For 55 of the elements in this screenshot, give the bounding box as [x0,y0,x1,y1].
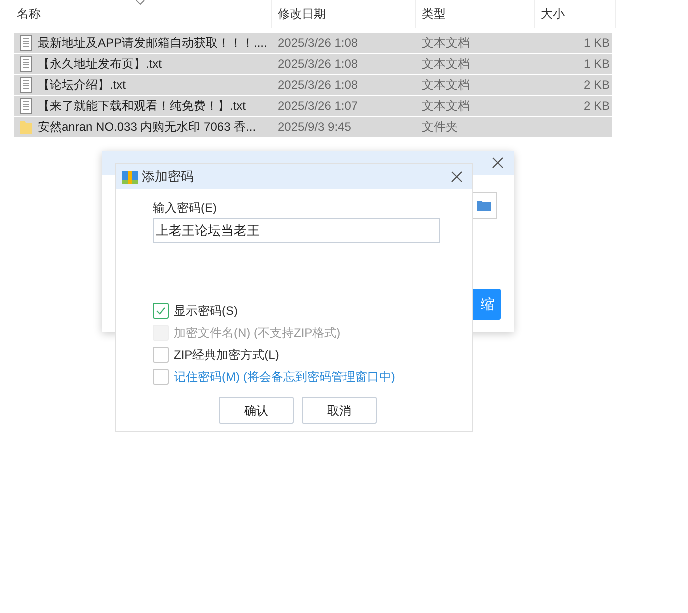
folder-icon [19,119,33,135]
date-cell: 2025/9/3 9:45 [278,120,352,134]
file-name: 安然anran NO.033 内购无水印 7063 香... [38,120,256,134]
column-header[interactable]: 类型 [416,0,535,28]
file-name: 最新地址及APP请发邮箱自动获取！！！.... [38,36,268,50]
column-header[interactable]: 修改日期 [272,0,416,28]
document-icon [19,35,33,51]
file-name: 【永久地址发布页】.txt [38,57,162,71]
date-cell: 2025/3/26 1:08 [278,57,358,71]
column-label: 名称 [17,6,41,23]
type-cell: 文本文档 [422,57,470,71]
column-label: 大小 [541,6,565,23]
document-icon [19,77,33,93]
file-row[interactable]: 【来了就能下载和观看！纯免费！】.txt 2025/3/26 1:07 文本文档 2 KB [14,96,612,117]
column-header[interactable]: 名称 [0,0,272,28]
document-icon [19,98,33,114]
close-icon[interactable] [451,170,463,182]
option-link[interactable]: 记住密码(M) (将会备忘到密码管理窗口中) [174,368,396,386]
column-header[interactable]: 大小 [535,0,616,28]
date-cell: 2025/3/26 1:08 [278,78,358,92]
checkbox[interactable] [153,369,169,385]
close-icon[interactable] [492,157,504,169]
option-label: 显示密码(S) [174,303,238,320]
password-field[interactable]: 上老王论坛当老王 [153,218,440,243]
type-cell: 文件夹 [422,120,458,134]
column-label: 修改日期 [278,6,326,23]
type-cell: 文本文档 [422,36,470,50]
file-row[interactable]: 【永久地址发布页】.txt 2025/3/26 1:08 文本文档 1 KB [14,54,612,75]
file-name: 【论坛介绍】.txt [38,78,126,92]
archive-icon [122,170,138,184]
dialog-title: 添加密码 [142,168,194,186]
check-icon [156,307,166,315]
type-cell: 文本文档 [422,99,470,113]
file-row[interactable]: 安然anran NO.033 内购无水印 7063 香... 2025/9/3 9:45 文件夹 [14,117,612,138]
checkbox[interactable] [153,347,169,363]
dialog-button[interactable]: 确认 [219,397,294,424]
column-label: 类型 [422,6,446,23]
type-cell: 文本文档 [422,78,470,92]
checkbox[interactable] [153,303,169,319]
dialog-button[interactable]: 取消 [302,397,377,424]
date-cell: 2025/3/26 1:07 [278,99,358,113]
folder-icon [476,200,490,211]
field-label: 输入密码(E) [153,200,218,217]
size-cell: 2 KB [584,99,610,113]
option-label: 加密文件名(N) (不支持ZIP格式) [174,325,341,342]
date-cell: 2025/3/26 1:08 [278,36,358,50]
document-icon [19,56,33,72]
size-cell: 1 KB [584,36,610,50]
file-name: 【来了就能下载和观看！纯免费！】.txt [38,99,246,113]
file-row[interactable]: 最新地址及APP请发邮箱自动获取！！！.... 2025/3/26 1:08 文本文档 1 KB [14,33,612,54]
file-row[interactable]: 【论坛介绍】.txt 2025/3/26 1:08 文本文档 2 KB [14,75,612,96]
size-cell: 1 KB [584,57,610,71]
size-cell: 2 KB [584,78,610,92]
sort-icon [136,0,145,5]
option-label: ZIP经典加密方式(L) [174,347,280,364]
